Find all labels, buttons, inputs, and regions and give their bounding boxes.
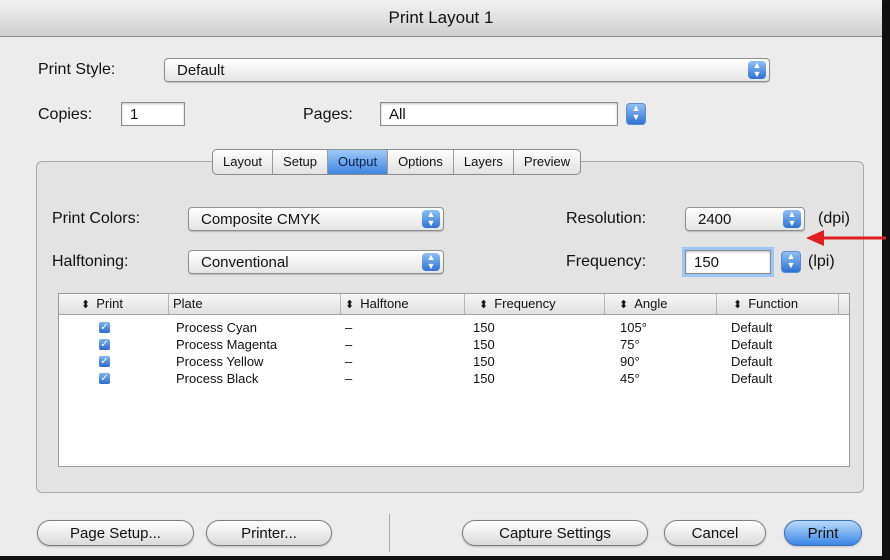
angle-cell: 105° [620,320,647,335]
pages-field[interactable]: All [380,102,618,126]
column-frequency[interactable]: ⬍ Frequency [465,294,605,314]
halftoning-label: Halftoning: [52,253,129,270]
function-cell: Default [731,354,773,369]
print-checkbox[interactable]: ✓ [99,356,110,367]
function-cell: Default [731,371,773,386]
angle-cell: 45° [620,371,640,386]
resolution-popup[interactable]: 2400 ▲ ▼ [685,207,805,231]
plate-cell: Process Cyan [176,320,257,335]
column-print[interactable]: ⬍ Print [59,294,169,314]
function-cell: Default [731,320,773,335]
column-angle[interactable]: ⬍ Angle [605,294,717,314]
cancel-button[interactable]: Cancel [664,520,766,546]
halftone-cell: – [345,320,353,335]
halftoning-popup[interactable]: Conventional ▲ ▼ [188,250,444,274]
printer-button[interactable]: Printer... [206,520,332,546]
frequency-unit: (lpi) [808,253,835,270]
popup-arrows-icon: ▲ ▼ [783,210,801,228]
halftone-cell: – [345,354,353,369]
copies-label: Copies: [38,106,93,123]
print-colors-label: Print Colors: [52,210,141,227]
print-colors-popup[interactable]: Composite CMYK ▲ ▼ [188,207,444,231]
sort-icon: ⬍ [81,299,91,311]
red-arrow-icon [806,230,886,246]
sort-icon: ⬍ [619,299,629,311]
sort-icon: ⬍ [345,299,355,311]
copies-field[interactable]: 1 [121,102,185,126]
table-row[interactable]: ✓ Process Magenta – 150 75° Default [59,336,849,353]
frequency-cell: 150 [473,320,495,335]
sort-icon: ⬍ [479,299,489,311]
frequency-cell: 150 [473,371,495,386]
table-row[interactable]: ✓ Process Yellow – 150 90° Default [59,353,849,370]
pages-label: Pages: [303,106,353,123]
pages-popup-button[interactable]: ▲ ▼ [626,103,646,125]
column-halftone[interactable]: ⬍ Halftone [341,294,465,314]
print-checkbox[interactable]: ✓ [99,322,110,333]
print-button[interactable]: Print [784,520,862,546]
frequency-label: Frequency: [566,253,647,270]
tab-layers[interactable]: Layers [454,150,514,174]
page-setup-button[interactable]: Page Setup... [37,520,194,546]
popup-arrows-icon: ▲ ▼ [422,253,440,271]
halftone-cell: – [345,337,353,352]
window-title: Print Layout 1 [0,0,882,37]
tab-output[interactable]: Output [328,150,389,174]
function-cell: Default [731,337,773,352]
tab-layout[interactable]: Layout [213,150,274,174]
plate-cell: Process Black [176,371,259,386]
column-plate[interactable]: Plate [169,294,341,314]
plate-cell: Process Magenta [176,337,278,352]
resolution-label: Resolution: [566,210,647,227]
print-style-label: Print Style: [38,61,116,78]
frequency-cell: 150 [473,337,495,352]
button-divider [389,514,390,552]
print-dialog: Print Layout 1 Print Style: Default ▲ ▼ C… [0,0,890,560]
halftone-cell: – [345,371,353,386]
angle-cell: 75° [620,337,640,352]
column-function[interactable]: ⬍ Function [717,294,839,314]
tab-preview[interactable]: Preview [514,150,580,174]
plate-cell: Process Yellow [176,354,264,369]
popup-arrows-icon: ▲ ▼ [748,61,766,79]
sort-icon: ⬍ [733,299,743,311]
frequency-field[interactable]: 150 [682,247,774,277]
print-style-popup[interactable]: Default ▲ ▼ [164,58,770,82]
tab-setup[interactable]: Setup [273,150,329,174]
print-style-value: Default [177,62,225,79]
frequency-stepper[interactable]: ▲ ▼ [781,251,801,273]
plates-table: ⬍ Print Plate ⬍ Halftone ⬍ Frequency ⬍ Angle… [58,293,850,467]
capture-settings-button[interactable]: Capture Settings [462,520,648,546]
popup-arrows-icon: ▲ ▼ [422,210,440,228]
table-row[interactable]: ✓ Process Cyan – 150 105° Default [59,319,849,336]
angle-cell: 90° [620,354,640,369]
resolution-value: 2400 [698,211,732,228]
tab-options[interactable]: Options [388,150,454,174]
tab-bar: Layout Setup Output Options Layers Previ… [212,149,582,175]
frequency-cell: 150 [473,354,495,369]
print-colors-value: Composite CMYK [201,211,321,228]
print-checkbox[interactable]: ✓ [99,373,110,384]
halftoning-value: Conventional [201,254,289,271]
print-checkbox[interactable]: ✓ [99,339,110,350]
table-header: ⬍ Print Plate ⬍ Halftone ⬍ Frequency ⬍ Angle… [59,294,849,315]
resolution-unit: (dpi) [818,210,851,227]
table-row[interactable]: ✓ Process Black – 150 45° Default [59,370,849,387]
